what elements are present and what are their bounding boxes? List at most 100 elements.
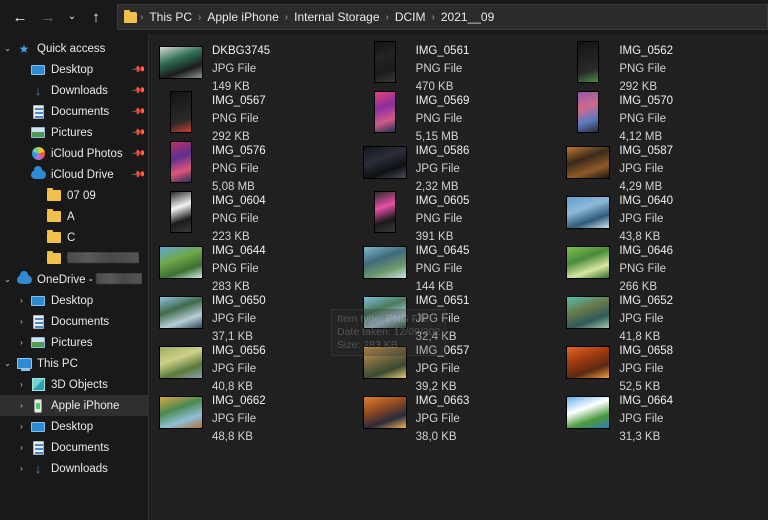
chevron-down-icon[interactable]: ⌄	[62, 3, 82, 31]
breadcrumb-item-internal-storage[interactable]: Internal Storage	[289, 10, 384, 24]
file-item[interactable]: IMG_0663 JPG File 38,0 KB	[361, 388, 565, 443]
sidebar-item-pictures[interactable]: › Pictures	[0, 332, 148, 353]
sidebar-item-documents[interactable]: › Documents 📌	[0, 101, 148, 122]
chevron-right-icon[interactable]: ›	[14, 422, 29, 431]
breadcrumb-item-2021-09[interactable]: 2021__09	[436, 10, 499, 24]
3d-objects-icon	[29, 377, 47, 393]
file-item[interactable]: IMG_0587 JPG File 4,29 MB	[564, 138, 768, 193]
sidebar-item-documents[interactable]: › Documents	[0, 437, 148, 458]
sidebar-section-onedrive[interactable]: ⌄ OneDrive -	[0, 269, 148, 290]
file-item[interactable]: IMG_0646 PNG File 266 KB	[564, 238, 768, 293]
chevron-right-icon[interactable]: ›	[30, 213, 45, 221]
sidebar-item-a[interactable]: ›A	[0, 206, 148, 227]
file-item[interactable]: IMG_0562 PNG File 292 KB	[564, 38, 768, 93]
file-type: JPG File	[619, 313, 664, 325]
sidebar-item-icloud-photos[interactable]: › iCloud Photos 📌	[0, 143, 148, 164]
pin-icon[interactable]: 📌	[131, 146, 146, 162]
pin-icon[interactable]: 📌	[131, 125, 146, 141]
chevron-down-icon[interactable]: ⌄	[0, 44, 15, 53]
file-item[interactable]: IMG_0658 JPG File 52,5 KB	[564, 338, 768, 393]
sidebar-item-desktop[interactable]: › Desktop 📌	[0, 59, 148, 80]
file-item[interactable]: IMG_0576 PNG File 5,08 MB	[157, 138, 361, 193]
breadcrumb-item-apple-iphone[interactable]: Apple iPhone	[202, 10, 283, 24]
pin-icon[interactable]: 📌	[131, 167, 146, 183]
chevron-right-icon[interactable]: ›	[14, 87, 29, 95]
monitor-icon	[29, 62, 47, 78]
file-meta: IMG_0650 JPG File 37,1 KB	[212, 290, 266, 345]
back-arrow-icon[interactable]: ←	[6, 3, 34, 31]
pin-icon[interactable]: 📌	[131, 104, 146, 120]
file-item[interactable]: IMG_0605 PNG File 391 KB	[361, 188, 565, 243]
sidebar-item-c[interactable]: ›C	[0, 227, 148, 248]
sidebar-section-quick-access[interactable]: ⌄ ★ Quick access	[0, 38, 148, 59]
file-type: PNG File	[212, 263, 259, 275]
breadcrumb[interactable]: › This PC › Apple iPhone › Internal Stor…	[117, 4, 768, 30]
chevron-right-icon[interactable]: ›	[14, 338, 29, 347]
file-type: JPG File	[212, 363, 257, 375]
file-list-pane[interactable]: DKBG3745 JPG File 149 KB IMG_0567 PNG File 29…	[149, 34, 768, 520]
file-item[interactable]: IMG_0640 JPG File 43,8 KB	[564, 188, 768, 243]
breadcrumb-item-dcim[interactable]: DCIM	[390, 10, 431, 24]
chevron-down-icon[interactable]: ⌄	[0, 275, 15, 284]
chevron-right-icon[interactable]: ›	[14, 296, 29, 305]
chevron-right-icon[interactable]: ›	[14, 401, 29, 410]
sidebar-item-redacted[interactable]: ›	[0, 248, 148, 269]
file-item[interactable]: DKBG3745 JPG File 149 KB	[157, 38, 361, 93]
sidebar-item-desktop[interactable]: › Desktop	[0, 290, 148, 311]
sidebar-item-desktop[interactable]: › Desktop	[0, 416, 148, 437]
file-item[interactable]: IMG_0570 PNG File 4,12 MB	[564, 88, 768, 143]
chevron-right-icon[interactable]: ›	[30, 255, 45, 263]
file-item[interactable]: IMG_0657 JPG File 39,2 KB	[361, 338, 565, 393]
sidebar-item-3d-objects[interactable]: › 3D Objects	[0, 374, 148, 395]
sidebar-item-07-09[interactable]: › 07 09	[0, 185, 148, 206]
sidebar-item-apple-iphone[interactable]: › Apple iPhone	[0, 395, 148, 416]
chevron-right-icon[interactable]: ›	[14, 66, 29, 74]
pin-icon[interactable]: 📌	[131, 83, 146, 99]
up-arrow-icon[interactable]: ↑	[82, 3, 110, 31]
sidebar-item-icloud-drive[interactable]: › iCloud Drive 📌	[0, 164, 148, 185]
sidebar-item-downloads[interactable]: › ↓ Downloads 📌	[0, 80, 148, 101]
sidebar-section-this-pc[interactable]: ⌄ This PC	[0, 353, 148, 374]
file-item[interactable]: IMG_0645 PNG File 144 KB	[361, 238, 565, 293]
file-item[interactable]: IMG_0644 PNG File 283 KB	[157, 238, 361, 293]
file-item[interactable]: IMG_0650 JPG File 37,1 KB	[157, 288, 361, 343]
sidebar-item-label: Pictures	[51, 126, 93, 139]
folder-icon	[124, 9, 137, 23]
breadcrumb-item-this-pc[interactable]: This PC	[144, 10, 197, 24]
chevron-right-icon[interactable]: ›	[14, 129, 29, 137]
chevron-right-icon[interactable]: ›	[14, 108, 29, 116]
file-item[interactable]: IMG_0664 JPG File 31,3 KB	[564, 388, 768, 443]
sidebar-item-downloads[interactable]: › ↓ Downloads	[0, 458, 148, 479]
sidebar-item-documents[interactable]: › Documents	[0, 311, 148, 332]
navigation-pane[interactable]: ⌄★Quick access›Desktop📌›↓Downloads📌›Docu…	[0, 34, 149, 520]
folder-icon	[45, 230, 63, 246]
chevron-right-icon[interactable]: ›	[14, 443, 29, 452]
chevron-right-icon[interactable]: ›	[14, 464, 29, 473]
file-item[interactable]: IMG_0662 JPG File 48,8 KB	[157, 388, 361, 443]
chevron-down-icon[interactable]: ⌄	[0, 359, 15, 368]
pin-icon[interactable]: 📌	[131, 62, 146, 78]
file-meta: IMG_0570 PNG File 4,12 MB	[619, 90, 673, 145]
chevron-right-icon[interactable]: ›	[14, 171, 29, 179]
file-item[interactable]: IMG_0569 PNG File 5,15 MB	[361, 88, 565, 143]
chevron-right-icon[interactable]: ›	[14, 150, 29, 158]
sidebar-item-label: iCloud Photos	[51, 147, 123, 160]
chevron-right-icon[interactable]: ›	[30, 192, 45, 200]
file-item[interactable]: IMG_0652 JPG File 41,8 KB	[564, 288, 768, 343]
chevron-right-icon[interactable]: ›	[14, 380, 29, 389]
sidebar-item-pictures[interactable]: › Pictures 📌	[0, 122, 148, 143]
sidebar-section-label: Quick access	[37, 42, 106, 55]
file-item[interactable]: IMG_0604 PNG File 223 KB	[157, 188, 361, 243]
file-item[interactable]: IMG_0567 PNG File 292 KB	[157, 88, 361, 143]
file-item[interactable]: IMG_0561 PNG File 470 KB	[361, 38, 565, 93]
file-name: IMG_0644	[212, 245, 266, 257]
forward-arrow-icon[interactable]: →	[34, 3, 62, 31]
file-item[interactable]: IMG_0586 JPG File 2,32 MB	[361, 138, 565, 193]
chevron-right-icon[interactable]: ›	[30, 234, 45, 242]
file-item[interactable]: IMG_0651 JPG File 32,4 KB	[361, 288, 565, 343]
file-item[interactable]: IMG_0656 JPG File 40,8 KB	[157, 338, 361, 393]
file-type: PNG File	[619, 63, 666, 75]
file-meta: DKBG3745 JPG File 149 KB	[212, 40, 270, 95]
chevron-right-icon[interactable]: ›	[14, 317, 29, 326]
file-name: IMG_0567	[212, 95, 266, 107]
